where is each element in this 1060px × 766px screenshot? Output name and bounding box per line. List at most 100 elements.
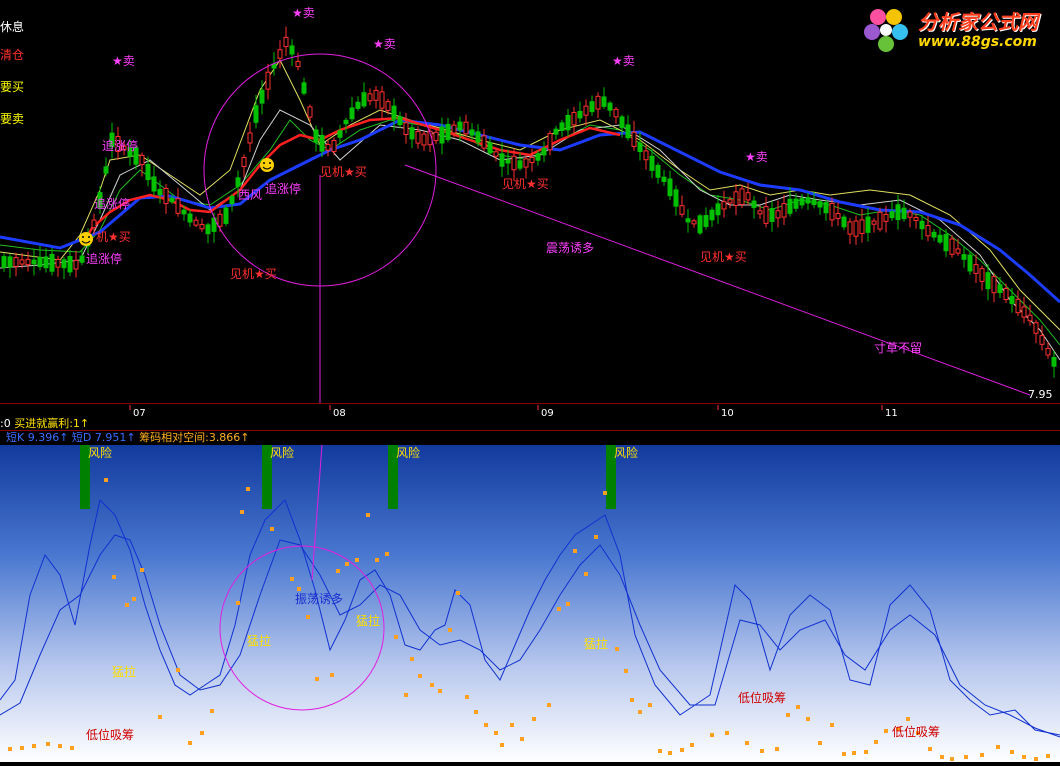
- chase-label: 追涨停: [265, 181, 301, 196]
- flower-logo-icon: [864, 9, 908, 52]
- chip-dot: [355, 558, 359, 562]
- candle-body: [439, 126, 445, 144]
- candle-body: [811, 199, 817, 206]
- price-chart-svg[interactable]: ★卖 ★卖 ★卖 ★卖 ★卖 追涨停 追涨停 追涨停 追涨停 西风 机★买 见机…: [0, 0, 1060, 403]
- chip-dot: [710, 733, 714, 737]
- candle-body: [385, 101, 391, 111]
- candle-body: [487, 142, 493, 154]
- candle-body: [907, 211, 913, 218]
- candle-body: [973, 264, 979, 274]
- candle-body: [301, 82, 307, 94]
- candle-body: [751, 200, 757, 209]
- indicator-info-bar: :0 买进就赢利:1↑: [0, 417, 1060, 430]
- candle-body: [481, 135, 487, 149]
- chip-space-value: 筹码相对空间:3.866↑: [139, 431, 250, 444]
- drawn-circle-sub[interactable]: [219, 545, 385, 711]
- chip-dot: [306, 615, 310, 619]
- chip-dots: [8, 478, 1050, 761]
- chip-dot: [418, 674, 422, 678]
- surge-label: 猛拉: [247, 633, 271, 648]
- brand-title: 分析家公式网: [918, 10, 1038, 34]
- candle-body: [691, 220, 697, 225]
- chip-dot: [465, 695, 469, 699]
- candle-body: [763, 206, 769, 224]
- brand-url: www.88gs.com: [918, 34, 1037, 50]
- candle-body: [229, 195, 235, 205]
- chip-dot: [270, 527, 274, 531]
- candle-body: [577, 110, 583, 119]
- candle-body: [463, 121, 469, 135]
- candle-body: [241, 157, 247, 167]
- chip-dot: [200, 731, 204, 735]
- west-wind-label: 西风: [238, 188, 262, 202]
- price-chart-panel[interactable]: ★卖 ★卖 ★卖 ★卖 ★卖 追涨停 追涨停 追涨停 追涨停 西风 机★买 见机…: [0, 0, 1060, 403]
- candle-body: [859, 219, 865, 234]
- candle-body: [613, 108, 619, 118]
- candle-body: [37, 256, 43, 268]
- candle-body: [547, 133, 553, 151]
- chip-dot: [20, 746, 24, 750]
- candle-body: [283, 36, 289, 48]
- chip-dot: [510, 723, 514, 727]
- chip-dot: [430, 683, 434, 687]
- candle-body: [955, 248, 961, 254]
- candle-body: [145, 163, 151, 181]
- chip-dot: [330, 673, 334, 677]
- candle-body: [625, 124, 631, 139]
- chip-dot: [830, 723, 834, 727]
- chip-dot: [438, 689, 442, 693]
- chip-dot: [950, 757, 954, 761]
- candle-body: [199, 224, 205, 230]
- candle-body: [535, 153, 541, 161]
- chip-dot: [547, 703, 551, 707]
- drawn-vertical-line-sub[interactable]: [311, 444, 323, 581]
- candle-body: [595, 95, 601, 110]
- candlestick-series: [1, 26, 1057, 378]
- no-grass-label: 寸草不留: [874, 341, 922, 355]
- candle-body: [253, 105, 259, 123]
- short-d-value: 短D 7.951↑: [71, 431, 136, 444]
- candle-body: [799, 197, 805, 206]
- candle-body: [235, 177, 241, 187]
- surge-label: 猛拉: [112, 664, 136, 679]
- candle-body: [565, 114, 571, 131]
- indicator-chart-panel[interactable]: 风险 风险 风险 风险 振荡诱多 猛拉 猛拉 猛拉 猛拉 低位吸筹 低位吸筹 低…: [0, 444, 1060, 762]
- candle-body: [67, 256, 73, 273]
- k-line: [0, 499, 1060, 736]
- candle-body: [841, 216, 847, 228]
- candle-body: [55, 258, 61, 268]
- chip-dot: [32, 744, 36, 748]
- short-k-value: 短K 9.396↑: [6, 431, 69, 444]
- candle-body: [493, 151, 499, 157]
- chip-dot: [58, 744, 62, 748]
- surge-label: 猛拉: [356, 613, 380, 628]
- chase-label: 追涨停: [102, 138, 138, 153]
- chip-dot: [290, 577, 294, 581]
- candle-body: [601, 96, 607, 107]
- indicator-chart-svg[interactable]: 风险 风险 风险 风险 振荡诱多 猛拉 猛拉 猛拉 猛拉 低位吸筹 低位吸筹 低…: [0, 444, 1060, 762]
- candle-body: [769, 208, 775, 222]
- chip-dot: [786, 713, 790, 717]
- candle-body: [985, 272, 991, 290]
- chip-dot: [906, 717, 910, 721]
- surge-label: 猛拉: [584, 636, 608, 651]
- candle-body: [949, 238, 955, 255]
- candle-body: [25, 258, 31, 266]
- candle-body: [499, 153, 505, 167]
- chip-dot: [125, 603, 129, 607]
- candle-body: [979, 268, 985, 282]
- candle-body: [61, 259, 67, 269]
- legend-sell: 要卖: [0, 112, 25, 126]
- chip-dot: [188, 741, 192, 745]
- candle-body: [727, 199, 733, 204]
- chip-dot: [500, 743, 504, 747]
- brand-watermark: 分析家公式网 www.88gs.com: [860, 4, 1056, 54]
- chip-dot: [1046, 754, 1050, 758]
- candle-body: [223, 207, 229, 224]
- candle-body: [823, 202, 829, 214]
- candle-body: [79, 255, 85, 263]
- candle-body: [745, 192, 751, 201]
- chip-dot: [210, 709, 214, 713]
- candle-body: [733, 191, 739, 206]
- chip-dot: [520, 737, 524, 741]
